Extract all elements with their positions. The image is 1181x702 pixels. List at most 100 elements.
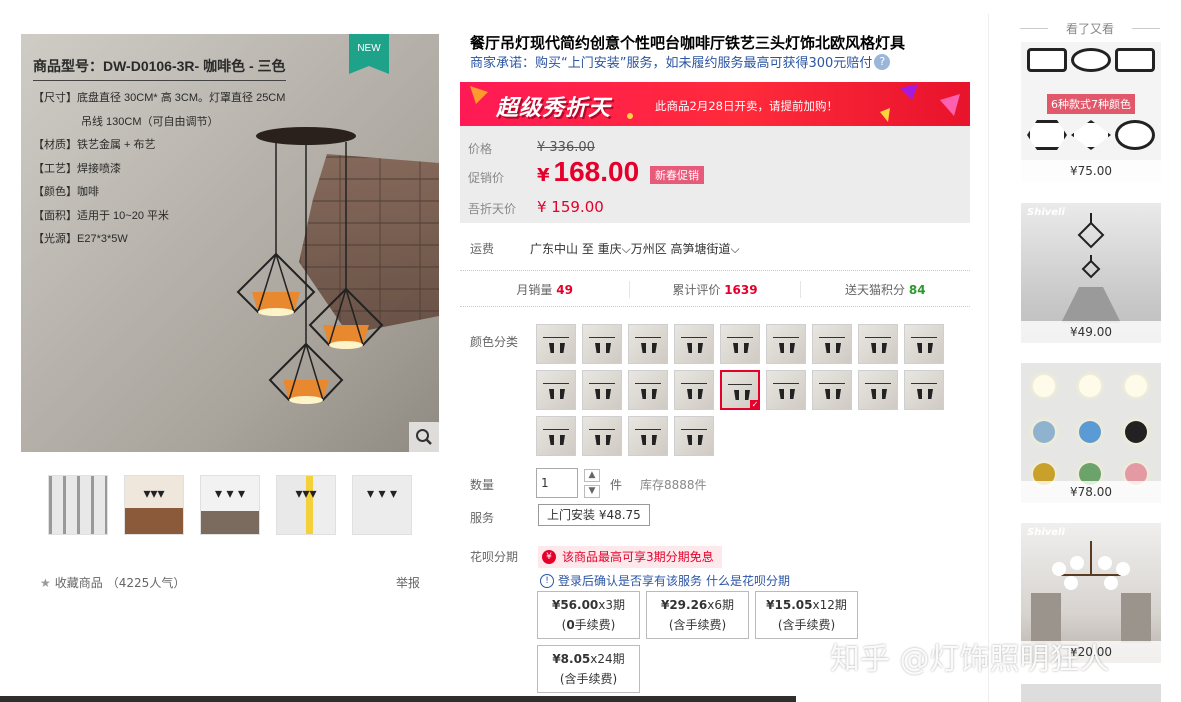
zoom-button[interactable] [409, 422, 439, 452]
plan-amount: ¥15.05 [766, 598, 813, 612]
favorite-label: 收藏商品 [54, 576, 103, 590]
color-swatch[interactable] [858, 324, 898, 364]
quantity-label: 数量 [470, 478, 495, 492]
spec-line: 【尺寸】底盘直径 30CM* 高 3CM。灯罩直径 25CM [33, 92, 286, 104]
favorite-button[interactable]: ★ 收藏商品 （4225人气） [40, 574, 185, 591]
currency-symbol: ¥ [537, 165, 550, 186]
monthly-sales-value: 49 [556, 282, 573, 297]
discount-day-price: ¥ 159.00 [537, 198, 604, 216]
original-price-label: 价格 [468, 142, 493, 156]
info-icon: ! [540, 573, 554, 588]
monthly-sales: 月销量 49 [460, 280, 631, 298]
plan-periods: x6期 [707, 598, 735, 612]
huabei-info: ! 登录后确认是否享有该服务 什么是花呗分期 [540, 572, 790, 589]
reviews-label: 累计评价 [672, 282, 721, 297]
installment-plan[interactable]: ¥8.05x24期 (含手续费) [537, 645, 640, 693]
huabei-label: 花呗分期 [470, 550, 519, 564]
color-swatch[interactable] [628, 370, 668, 410]
quantity-increase-button[interactable]: ▲ [584, 469, 600, 482]
report-link[interactable]: 举报 [396, 574, 420, 591]
discount-day-label: 吾折天价 [468, 202, 517, 216]
color-swatch[interactable] [858, 370, 898, 410]
color-swatch[interactable] [582, 416, 622, 456]
horizontal-scrollbar[interactable] [0, 696, 796, 702]
quantity-input[interactable] [536, 468, 578, 498]
bulb-thumb [1033, 375, 1055, 397]
color-swatch[interactable] [536, 370, 576, 410]
price-panel: 价格 ¥ 336.00 促销价 ¥168.00 新春促销 吾折天价 ¥ 159.… [460, 126, 970, 223]
recommended-item[interactable]: 6种款式7种颜色 ¥75.00 [1021, 42, 1161, 182]
color-swatch[interactable] [812, 370, 852, 410]
plan-amount: ¥56.00 [551, 598, 599, 612]
recommended-item[interactable] [1021, 684, 1161, 702]
bulb-thumb [1125, 375, 1147, 397]
recommended-item-price: ¥49.00 [1021, 321, 1161, 343]
color-swatch[interactable] [904, 370, 944, 410]
new-badge: NEW [349, 34, 389, 74]
color-swatch[interactable] [766, 370, 806, 410]
thumbnail[interactable]: ▾ ▾ ▾ [200, 475, 260, 535]
points-value: 84 [908, 282, 926, 297]
color-swatch[interactable] [674, 370, 714, 410]
original-price: ¥ 336.00 [537, 140, 595, 155]
check-icon: ✓ [750, 400, 760, 410]
plan-amount: ¥29.26 [660, 598, 708, 612]
installment-plan[interactable]: ¥15.05x12期 (含手续费) [755, 591, 858, 639]
divider [460, 306, 970, 307]
reviews-value: 1639 [724, 282, 758, 297]
banner-note: 此商品2月28日开卖，请提前加购！ [655, 99, 838, 113]
sidebar-divider [988, 14, 989, 702]
huabei-icon: ¥ [542, 550, 556, 564]
ceiling-light-thumb [1115, 48, 1155, 72]
recommended-item-price: ¥75.00 [1021, 160, 1161, 182]
recommended-item-label: 6种款式7种颜色 [1047, 94, 1135, 114]
installment-plan[interactable]: ¥29.26x6期 (含手续费) [646, 591, 749, 639]
bulb-thumb [1033, 421, 1055, 443]
thumbnail[interactable]: ▾▾▾ [124, 475, 184, 535]
plan-fee: (含手续费) [559, 672, 618, 686]
points-label: 送天猫积分 [845, 282, 906, 297]
color-swatch[interactable] [582, 324, 622, 364]
recommended-item[interactable]: Shiveli ¥49.00 [1021, 203, 1161, 343]
color-swatch[interactable]: ✓ [720, 370, 760, 410]
color-swatch[interactable] [812, 324, 852, 364]
promo-banner: 超级秀折天 此商品2月28日开卖，请提前加购！ [460, 82, 970, 126]
thumbnail[interactable]: ▾ ▾ ▾ [352, 475, 412, 535]
bulb-thumb [1125, 421, 1147, 443]
thumbnail[interactable] [48, 475, 108, 535]
color-swatch[interactable] [536, 416, 576, 456]
huabei-tag: ¥ 该商品最高可享3期分期免息 [538, 546, 722, 568]
shipping-destination-select[interactable]: 广东中山 至 重庆⌵万州区 高笋塘街道⌵ [530, 240, 740, 257]
plan-fee-bold: 0 [566, 618, 575, 632]
divider [460, 270, 970, 271]
huabei-info-text: 登录后确认是否享有该服务 [558, 574, 703, 588]
quantity-decrease-button[interactable]: ▼ [584, 485, 600, 498]
color-swatch[interactable] [674, 324, 714, 364]
color-swatch[interactable] [628, 416, 668, 456]
huabei-help-link[interactable]: 什么是花呗分期 [706, 572, 790, 589]
recommended-item[interactable]: ¥78.00 [1021, 363, 1161, 503]
thumbnail[interactable]: ▾▾▾ [276, 475, 336, 535]
stock-count: 库存8888件 [640, 478, 707, 492]
color-swatch[interactable] [582, 370, 622, 410]
installment-plan[interactable]: ¥56.00x3期 (0手续费) [537, 591, 640, 639]
color-swatch[interactable] [674, 416, 714, 456]
watermark: 知乎 @灯饰照明狂人 [830, 642, 1110, 677]
color-swatch[interactable] [536, 324, 576, 364]
huabei-tag-text: 该商品最高可享3期分期免息 [562, 550, 714, 564]
ceiling-light-thumb [1115, 120, 1155, 150]
main-product-image[interactable]: 商品型号：DW-D0106-3R- 咖啡色 - 三色 【尺寸】底盘直径 30CM… [21, 34, 439, 452]
thumbnail-strip: ▾▾▾ ▾ ▾ ▾ ▾▾▾ ▾ ▾ ▾ [48, 475, 412, 535]
color-swatch[interactable] [904, 324, 944, 364]
help-icon[interactable]: ? [874, 53, 891, 70]
ceiling-light-thumb [1071, 48, 1111, 72]
color-swatch[interactable] [628, 324, 668, 364]
ceiling-light-thumb [1027, 120, 1067, 150]
promo-price: ¥168.00 [537, 156, 639, 188]
color-swatch[interactable] [766, 324, 806, 364]
install-service-button[interactable]: 上门安装 ¥48.75 [538, 504, 650, 526]
total-reviews[interactable]: 累计评价 1639 [630, 280, 801, 298]
sidebar-heading: 看了又看 [1020, 20, 1160, 37]
promo-tag: 新春促销 [650, 166, 704, 184]
color-swatch[interactable] [720, 324, 760, 364]
